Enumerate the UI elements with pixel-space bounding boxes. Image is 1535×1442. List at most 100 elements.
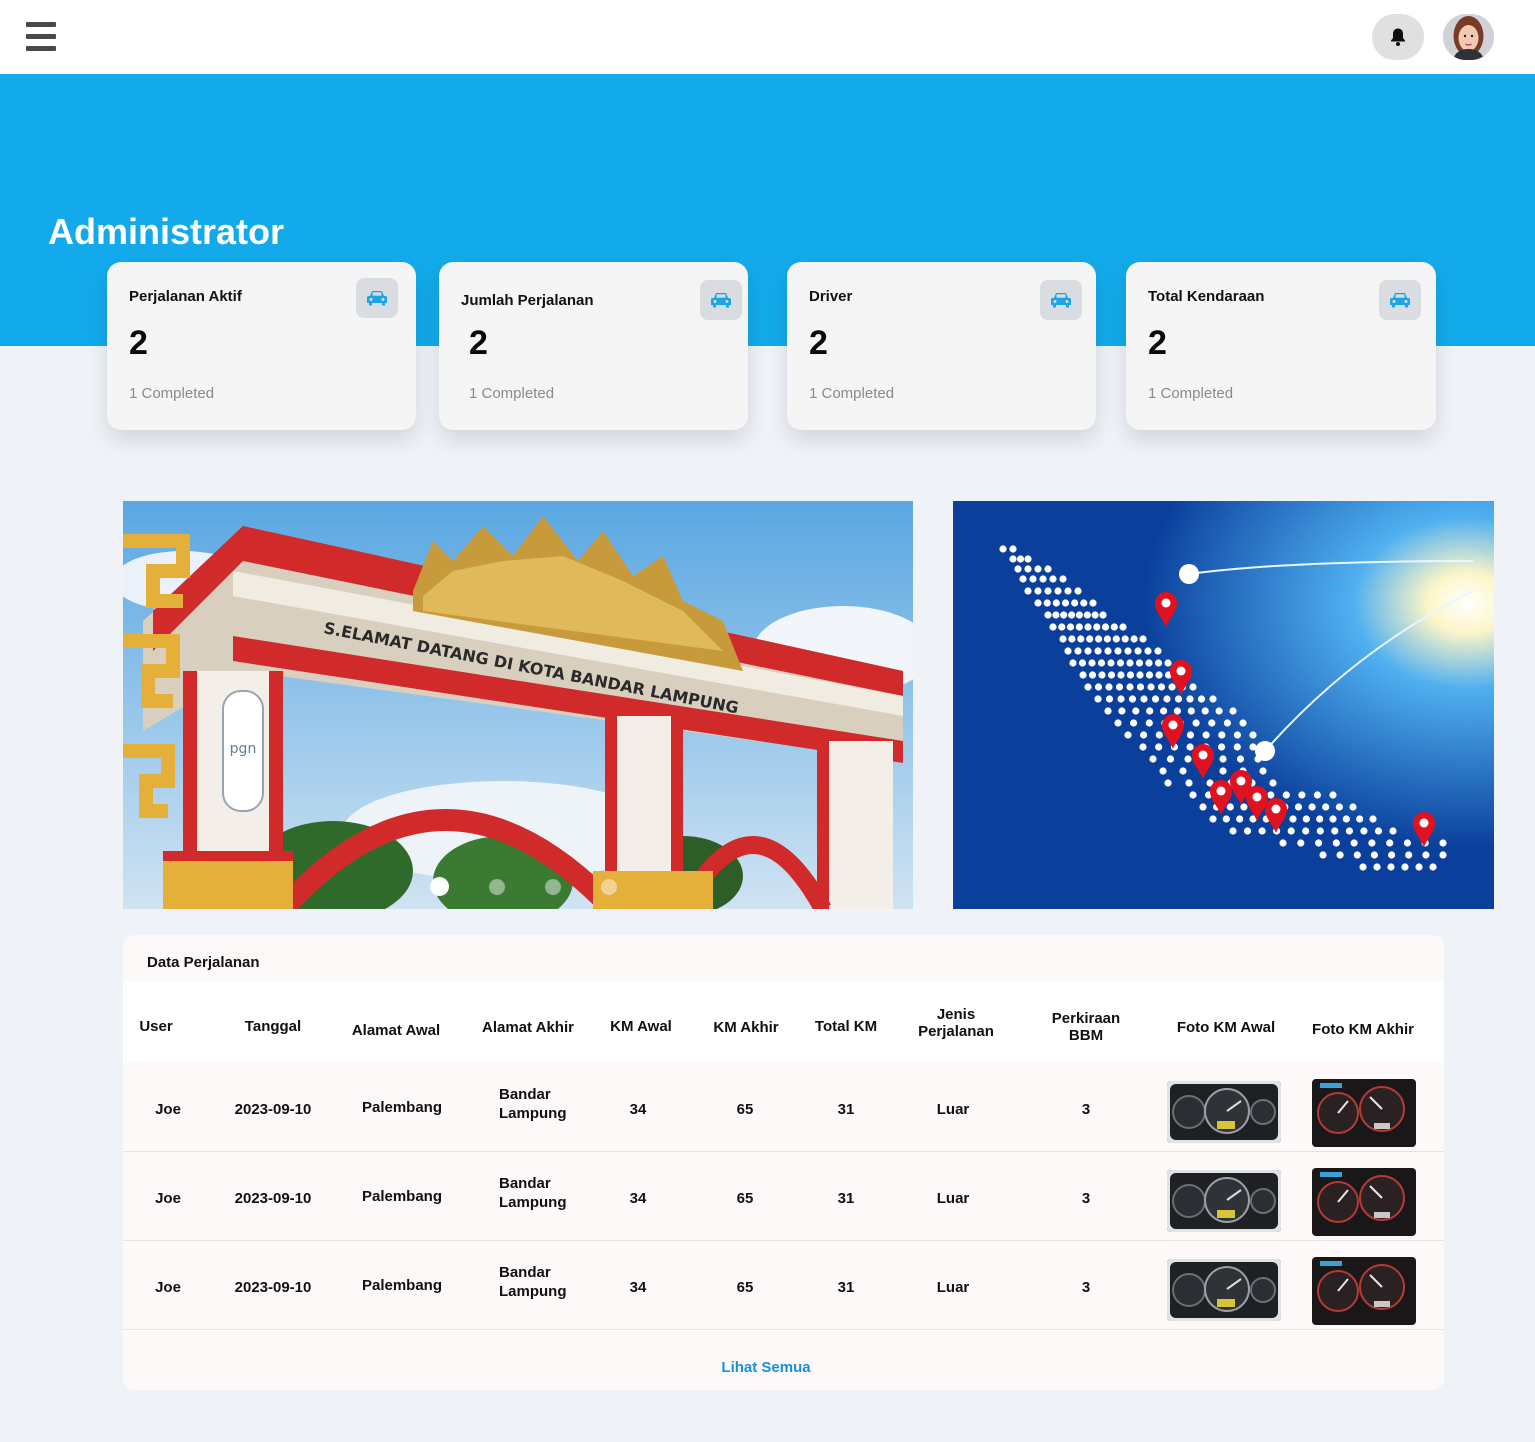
map-dot xyxy=(1229,827,1237,835)
map-dot xyxy=(1154,647,1162,655)
hamburger-menu-icon[interactable] xyxy=(26,22,56,54)
column-header-alamat-awal: Alamat Awal xyxy=(351,1022,441,1039)
map-dot xyxy=(1088,671,1097,679)
map-dot xyxy=(1302,827,1310,835)
stat-card-driver[interactable]: Driver 2 1 Completed xyxy=(787,262,1096,430)
column-header-foto-km-awal: Foto KM Awal xyxy=(1176,1019,1276,1036)
top-bar xyxy=(0,0,1535,74)
map-dot xyxy=(1135,659,1144,667)
foto-km-akhir-thumbnail[interactable] xyxy=(1312,1257,1416,1325)
column-header-total-km: Total KM xyxy=(814,1018,878,1035)
car-icon xyxy=(1379,280,1421,320)
map-dot xyxy=(1044,587,1052,595)
foto-km-akhir-thumbnail[interactable] xyxy=(1312,1079,1416,1147)
map-dot xyxy=(1319,851,1327,859)
map-dot xyxy=(1229,707,1237,715)
foto-km-akhir-thumbnail[interactable] xyxy=(1312,1168,1416,1236)
see-all-link[interactable]: Lihat Semua xyxy=(721,1359,810,1376)
cell-alamat-akhir-line2: Lampung xyxy=(499,1194,567,1211)
map-dot xyxy=(1189,791,1197,799)
map-dot xyxy=(1136,683,1145,691)
stat-card-perjalanan-aktif[interactable]: Perjalanan Aktif 2 1 Completed xyxy=(107,262,416,430)
map-dot xyxy=(1126,659,1134,667)
map-dot xyxy=(1316,827,1324,835)
carousel-dot-2[interactable] xyxy=(489,878,505,895)
map-dot xyxy=(1209,815,1217,823)
carousel-dot-3[interactable] xyxy=(545,878,561,895)
map-dot xyxy=(1373,863,1381,871)
map-dot xyxy=(1315,839,1323,847)
table-row[interactable]: Joe 2023-09-10 Palembang Bandar Lampung 34 65 3… xyxy=(123,1152,1444,1241)
map-dot xyxy=(1088,659,1096,667)
map-dot xyxy=(1386,839,1394,847)
table-row[interactable]: Joe 2023-09-10 Palembang Bandar Lampung 34 65 3… xyxy=(123,1241,1444,1330)
column-header-foto-km-akhir: Foto KM Akhir xyxy=(1312,1021,1414,1038)
stat-card-jumlah-perjalanan[interactable]: Jumlah Perjalanan 2 1 Completed xyxy=(439,262,748,430)
map-dot xyxy=(1405,851,1413,859)
notification-button[interactable] xyxy=(1372,14,1424,60)
carousel-dot-1[interactable] xyxy=(430,877,449,896)
cell-alamat-akhir-line1: Bandar xyxy=(499,1264,551,1281)
cell-alamat-awal: Palembang xyxy=(361,1277,443,1294)
cell-total-km: 31 xyxy=(837,1279,855,1296)
bell-icon xyxy=(1391,28,1405,46)
map-dot xyxy=(1099,611,1107,619)
map-dot xyxy=(1110,623,1118,631)
map-dot xyxy=(1084,623,1092,631)
map-dot xyxy=(1089,599,1097,607)
column-header-perkiraan-bbm: Perkiraan BBM xyxy=(1052,1010,1120,1044)
cell-km-akhir: 65 xyxy=(736,1190,754,1207)
map-dot xyxy=(1145,659,1153,667)
map-dot xyxy=(1239,719,1247,727)
stat-label: Driver xyxy=(809,288,853,305)
stat-card-total-kendaraan[interactable]: Total Kendaraan 2 1 Completed xyxy=(1126,262,1436,430)
map-dot xyxy=(1016,555,1025,563)
cell-tanggal: 2023-09-10 xyxy=(234,1190,312,1207)
map-dot xyxy=(1287,827,1295,835)
foto-km-awal-thumbnail[interactable] xyxy=(1167,1259,1281,1321)
cell-km-awal: 34 xyxy=(629,1190,647,1207)
map-dot xyxy=(1166,755,1175,763)
map-dot xyxy=(1132,707,1140,715)
column-header-km-akhir: KM Akhir xyxy=(713,1019,779,1036)
cell-perkiraan-bbm: 3 xyxy=(1081,1190,1091,1207)
map-dot xyxy=(1258,827,1266,835)
cell-alamat-akhir-line1: Bandar xyxy=(499,1175,551,1192)
map-dot xyxy=(1044,611,1052,619)
column-header-jenis-line2: Perjalanan xyxy=(918,1023,994,1040)
map-dot xyxy=(1267,791,1275,799)
map-dot xyxy=(1294,803,1303,811)
map-dot xyxy=(1009,545,1017,553)
map-dot xyxy=(1308,803,1316,811)
map-dot xyxy=(1144,647,1152,655)
foto-km-awal-thumbnail[interactable] xyxy=(1167,1081,1281,1143)
column-header-tanggal: Tanggal xyxy=(244,1018,302,1035)
map-dot xyxy=(1124,647,1132,655)
map-dot xyxy=(1075,623,1083,631)
map-dot xyxy=(1201,707,1209,715)
odometer-photo-start xyxy=(1167,1170,1281,1232)
table-row[interactable]: Joe 2023-09-10 Palembang Bandar Lampung 34 65 3… xyxy=(123,1063,1444,1152)
foto-km-awal-thumbnail[interactable] xyxy=(1167,1170,1281,1232)
cell-perkiraan-bbm: 3 xyxy=(1081,1279,1091,1296)
user-avatar[interactable] xyxy=(1443,14,1494,60)
map-dot xyxy=(1097,659,1106,667)
city-gate-illustration: pgn S.ELAMAT DATANG DI KOTA BANDAR LAMPU… xyxy=(123,501,913,909)
carousel-dot-4[interactable] xyxy=(601,878,617,895)
map-dot xyxy=(1359,863,1367,871)
table-header: User Tanggal Alamat Awal Alamat Akhir KM… xyxy=(123,981,1444,1063)
map-dot xyxy=(1052,611,1060,619)
map-dot xyxy=(1094,647,1102,655)
map-dot xyxy=(1068,635,1076,643)
map-dot xyxy=(1052,599,1060,607)
cell-alamat-akhir: Bandar Lampung xyxy=(499,1174,567,1212)
column-header-alamat-akhir: Alamat Akhir xyxy=(482,1019,574,1036)
map-dot xyxy=(1093,623,1101,631)
map-dot xyxy=(1128,695,1137,703)
map-dot xyxy=(1164,659,1172,667)
map-dot xyxy=(1145,671,1154,679)
cell-alamat-awal: Palembang xyxy=(361,1099,443,1116)
map-dot xyxy=(1218,731,1226,739)
map-dot xyxy=(1049,575,1057,583)
map-dot xyxy=(1024,555,1032,563)
